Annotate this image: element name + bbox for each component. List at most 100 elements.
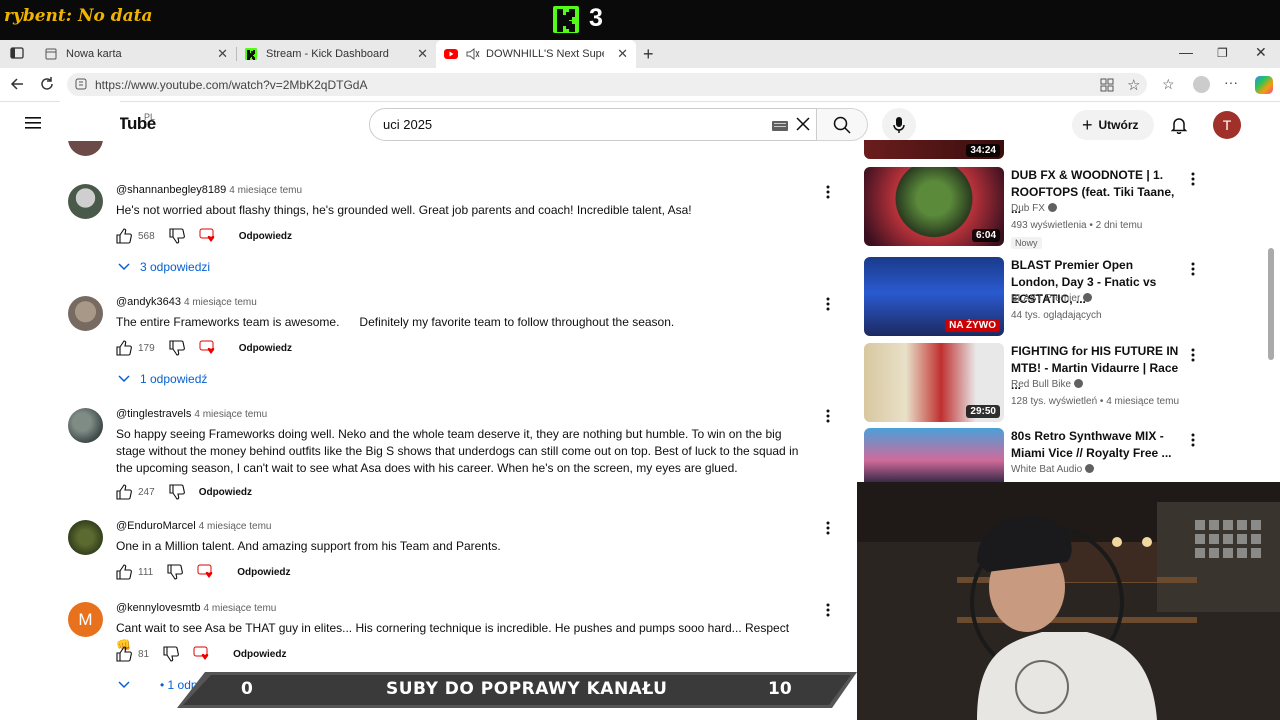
overlay-status-text: rybent: No data <box>4 6 153 26</box>
sidebar-video[interactable]: 29:50 FIGHTING for HIS FUTURE IN MTB! - … <box>864 343 1264 423</box>
tab-kick-dashboard[interactable]: Stream - Kick Dashboard ✕ <box>236 40 436 68</box>
channel-name[interactable]: Red Bull Bike <box>1011 379 1071 390</box>
hamburger-menu-icon[interactable] <box>25 116 41 133</box>
avatar[interactable] <box>68 296 103 331</box>
close-icon[interactable]: ✕ <box>617 46 628 62</box>
video-title[interactable]: 80s Retro Synthwave MIX - Miami Vice // … <box>1011 428 1181 462</box>
voice-search-button[interactable] <box>882 108 916 142</box>
close-icon[interactable]: ✕ <box>217 46 228 62</box>
sidebar-video[interactable]: NA ŻYWO BLAST Premier Open London, Day 3… <box>864 257 1264 337</box>
video-meta: 493 wyświetlenia • 2 dni temu <box>1011 220 1143 231</box>
like-icon[interactable] <box>116 228 132 244</box>
tab-youtube-video[interactable]: DOWNHILL'S Next Supersta ✕ <box>436 40 636 68</box>
comment-author[interactable]: @tinglestravels <box>116 408 191 420</box>
comment-author[interactable]: @andyk3643 <box>116 296 181 308</box>
search-icon <box>833 116 851 134</box>
more-options-icon[interactable]: ··· <box>1224 74 1238 90</box>
video-more-icon[interactable] <box>1189 432 1197 448</box>
sidebar-video[interactable]: 80s Retro Synthwave MIX - Miami Vice // … <box>864 428 1264 482</box>
avatar[interactable] <box>68 184 103 219</box>
avatar[interactable]: M <box>68 602 103 637</box>
video-duration: 29:50 <box>966 405 1000 418</box>
reply-button[interactable]: Odpowiedz <box>239 343 292 354</box>
create-button[interactable]: + Utwórz <box>1072 110 1154 140</box>
comment-author[interactable]: @EnduroMarcel <box>116 520 196 532</box>
minimize-icon[interactable]: — <box>1179 44 1193 60</box>
like-count: 247 <box>138 486 155 498</box>
maximize-icon[interactable]: ❐ <box>1217 46 1228 60</box>
comment-time[interactable]: 4 miesiące temu <box>184 297 257 308</box>
keyboard-icon[interactable] <box>772 120 788 134</box>
microphone-icon <box>893 117 905 133</box>
notifications-bell-icon[interactable] <box>1170 116 1188 137</box>
new-tab-plus-icon[interactable]: + <box>643 44 654 65</box>
video-duration: 6:04 <box>971 229 1000 242</box>
comment-time[interactable]: 4 miesiące temu <box>199 521 272 532</box>
profile-icon[interactable] <box>1193 76 1210 93</box>
verified-icon <box>1083 293 1093 302</box>
comment-more-icon[interactable] <box>823 296 833 312</box>
video-more-icon[interactable] <box>1189 261 1197 277</box>
search-input-value[interactable]: uci 2025 <box>383 117 432 132</box>
muted-speaker-icon[interactable] <box>466 48 480 60</box>
comment-author[interactable]: @kennylovesmtb <box>116 602 201 614</box>
close-icon[interactable]: ✕ <box>417 46 428 62</box>
video-more-icon[interactable] <box>1189 171 1197 187</box>
dislike-icon[interactable] <box>169 228 185 244</box>
page-scrollbar[interactable] <box>1268 248 1274 360</box>
avatar[interactable] <box>68 520 103 555</box>
reply-button[interactable]: Odpowiedz <box>199 487 252 498</box>
avatar[interactable] <box>68 408 103 443</box>
video-thumbnail[interactable] <box>864 428 1004 482</box>
sidebar-video[interactable]: 6:04 DUB FX & WOODNOTE | 1. ROOFTOPS (fe… <box>864 167 1264 249</box>
video-thumbnail[interactable]: 29:50 <box>864 343 1004 422</box>
show-replies-button[interactable]: 1 odpowiedź <box>118 372 207 386</box>
video-thumbnail[interactable]: 34:24 <box>864 140 1004 159</box>
account-avatar[interactable]: T <box>1213 111 1241 139</box>
comment-more-icon[interactable] <box>823 184 833 200</box>
channel-name[interactable]: BLAST Premier <box>1011 293 1080 304</box>
comment-author[interactable]: @shannanbegley8189 <box>116 184 226 196</box>
back-arrow-icon[interactable] <box>9 77 25 94</box>
site-info-icon[interactable] <box>75 78 87 93</box>
dislike-icon[interactable] <box>169 340 185 356</box>
comment-item: @EnduroMarcel 4 miesiące temu One in a Mi… <box>68 520 848 590</box>
reply-button[interactable]: Odpowiedz <box>233 649 286 660</box>
like-icon[interactable] <box>116 646 132 662</box>
copilot-icon[interactable] <box>1255 76 1273 94</box>
tab-new-tab[interactable]: Nowa karta ✕ <box>36 40 236 68</box>
comment-more-icon[interactable] <box>823 602 833 618</box>
comment-more-icon[interactable] <box>823 408 833 424</box>
like-count: 111 <box>138 566 154 578</box>
reload-icon[interactable] <box>39 76 55 95</box>
dislike-icon[interactable] <box>163 646 180 662</box>
apps-icon[interactable] <box>1100 78 1114 95</box>
live-badge: NA ŻYWO <box>945 319 1000 332</box>
like-icon[interactable] <box>116 340 132 356</box>
dislike-icon[interactable] <box>167 564 184 580</box>
sidebar-video[interactable]: 34:24 <box>864 140 1264 159</box>
reply-button[interactable]: Odpowiedz <box>237 567 290 578</box>
channel-name[interactable]: Dub FX <box>1011 203 1045 214</box>
video-more-icon[interactable] <box>1189 347 1197 363</box>
goal-target-count: 10 <box>768 679 792 699</box>
channel-name[interactable]: White Bat Audio <box>1011 464 1082 475</box>
like-icon[interactable] <box>116 484 132 500</box>
reply-button[interactable]: Odpowiedz <box>239 231 292 242</box>
video-thumbnail[interactable]: 6:04 <box>864 167 1004 246</box>
favorites-icon[interactable]: ☆ <box>1162 76 1175 93</box>
comment-time[interactable]: 4 miesiące temu <box>204 603 277 614</box>
comment-time[interactable]: 4 miesiące temu <box>194 409 267 420</box>
dislike-icon[interactable] <box>169 484 185 500</box>
window-close-icon[interactable]: ✕ <box>1255 44 1267 61</box>
comment-more-icon[interactable] <box>823 520 833 536</box>
clear-search-icon[interactable] <box>795 116 811 135</box>
comment-time[interactable]: 4 miesiące temu <box>229 185 302 196</box>
show-replies-button[interactable]: 3 odpowiedzi <box>118 260 210 274</box>
favorite-star-icon[interactable]: ☆ <box>1127 76 1140 94</box>
search-input[interactable] <box>369 108 817 141</box>
tab-actions-icon[interactable] <box>10 46 24 63</box>
search-button[interactable] <box>817 108 868 141</box>
like-icon[interactable] <box>116 564 132 580</box>
video-thumbnail[interactable]: NA ŻYWO <box>864 257 1004 336</box>
